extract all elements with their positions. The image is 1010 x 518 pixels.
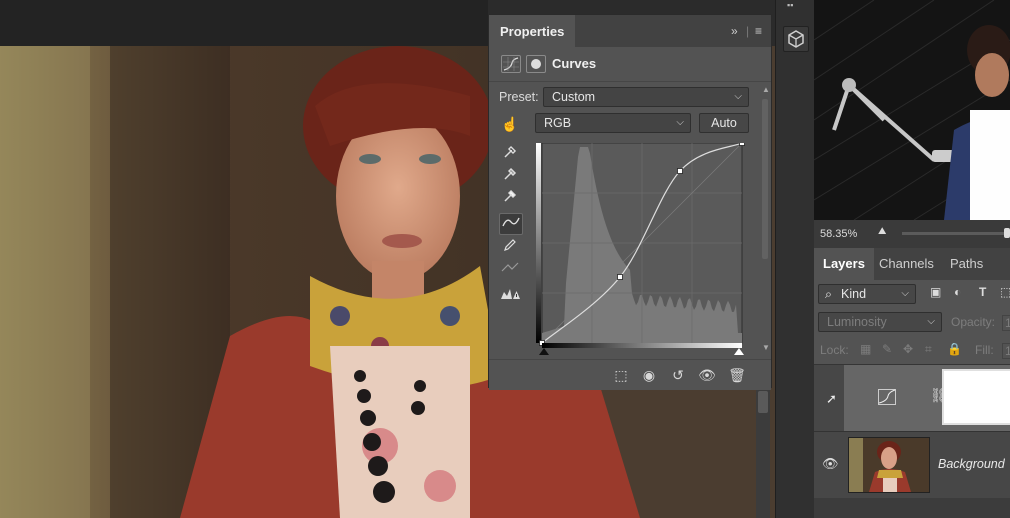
lock-transparent-icon[interactable]: ▦ [860, 342, 871, 356]
scroll-up-icon[interactable]: ▲ [762, 85, 770, 94]
search-icon: ⌕ [825, 287, 833, 301]
white-slider[interactable] [734, 348, 744, 355]
layer-row-background[interactable]: 👁 Background [814, 431, 1010, 498]
clipping-warning-icon[interactable] [499, 285, 521, 305]
visibility-cell[interactable]: ➚ [814, 365, 844, 431]
zoom-slider-track[interactable] [902, 232, 1010, 235]
visibility-eye-icon[interactable]: 👁 [697, 366, 717, 384]
lock-brush-icon[interactable]: ✎ [882, 342, 892, 356]
layer-row-curves[interactable]: ➚ ⛓ [814, 365, 1010, 431]
view-previous-state-icon[interactable]: ◉ [639, 366, 659, 384]
lock-row: Lock: ▦ ✎ ✥ ⌗ 🔒 Fill: 1 [814, 336, 1010, 365]
curves-adjustment-icon[interactable] [501, 55, 521, 73]
filter-kind-value: Kind [841, 287, 867, 301]
adjustment-title: Curves [552, 56, 597, 71]
layer-mask-thumbnail[interactable] [942, 369, 1010, 425]
collapse-icon[interactable]: » [731, 24, 738, 38]
pencil-draw-icon[interactable] [499, 237, 521, 257]
opacity-value[interactable]: 1 [1002, 315, 1010, 331]
tab-layers[interactable]: Layers [814, 248, 874, 280]
properties-footer: ⬚ ◉ ↺ 👁 🗑 [489, 359, 771, 390]
panel-dock-strip: ▪▪ [775, 0, 814, 518]
fill-label: Fill: [975, 343, 994, 357]
shape-layer-filter-icon[interactable]: ⬚ [1000, 285, 1010, 299]
navigator-preview[interactable] [814, 0, 1010, 220]
tab-paths[interactable]: Paths [941, 248, 992, 280]
output-gradient-bar [536, 143, 541, 343]
divider: | [746, 24, 750, 38]
curve-control-point[interactable] [677, 168, 683, 174]
curve-control-point[interactable] [617, 274, 623, 280]
chevron-down-icon: ⌵ [927, 316, 935, 327]
black-slider[interactable] [539, 348, 549, 355]
pixel-layer-filter-icon[interactable]: ▣ [930, 285, 941, 299]
scrollbar-thumb[interactable] [758, 391, 768, 413]
fill-value[interactable]: 1 [1002, 343, 1010, 359]
zoom-level[interactable]: 58.35% [820, 228, 857, 240]
curve-control-point[interactable] [739, 140, 745, 146]
opacity-label: Opacity: [951, 315, 996, 329]
document-top-bar [0, 0, 488, 46]
preset-value: Custom [552, 90, 596, 104]
scrollbar-thumb[interactable] [762, 99, 768, 259]
channel-value: RGB [544, 116, 572, 130]
zoom-out-mountain-icon[interactable]: ⛰ [878, 226, 886, 237]
lock-all-icon[interactable]: 🔒 [947, 342, 962, 356]
auto-button[interactable]: Auto [699, 113, 749, 133]
visibility-eye-icon[interactable]: 👁 [822, 456, 839, 472]
properties-panel: Properties » | ≡ Curves Preset: Custom ⌵… [488, 14, 772, 390]
adjustment-title-bar: Curves [489, 47, 771, 82]
blend-mode-dropdown[interactable]: Luminosity ⌵ [818, 312, 942, 332]
layers-tab-row: Layers Channels Paths [814, 248, 1010, 280]
chevron-down-icon: ⌵ [901, 288, 909, 299]
blend-mode-value: Luminosity [827, 315, 887, 329]
dock-handle-icon[interactable]: ▪▪ [787, 0, 803, 10]
delete-trash-icon[interactable]: 🗑 [727, 366, 747, 384]
smooth-curve-icon[interactable] [499, 260, 521, 280]
tab-properties[interactable]: Properties [489, 15, 576, 47]
channel-dropdown[interactable]: RGB ⌵ [535, 113, 691, 133]
layers-panel: Layers Channels Paths ⌕ Kind ⌵ ▣ ◐ T ⬚ L… [814, 248, 1010, 518]
navigator-bar: 58.35% ⛰ [814, 220, 1010, 248]
targeted-adjustment-hand-icon[interactable]: ☝ [499, 114, 521, 134]
background-thumbnail [848, 437, 930, 493]
layer-name-background[interactable]: Background [938, 457, 1005, 471]
curves-graph[interactable] [536, 140, 746, 348]
lock-position-icon[interactable]: ✥ [903, 342, 913, 356]
tab-channels[interactable]: Channels [870, 248, 943, 280]
lock-label: Lock: [820, 343, 849, 357]
properties-scrollbar[interactable]: ▲ ▼ [761, 85, 770, 353]
cursor-arrow-icon: ➚ [826, 391, 837, 406]
3d-object-icon[interactable] [783, 26, 809, 52]
gray-point-eyedropper-icon[interactable] [499, 166, 521, 186]
filter-row: ⌕ Kind ⌵ ▣ ◐ T ⬚ [814, 280, 1010, 308]
filter-kind-dropdown[interactable]: ⌕ Kind ⌵ [818, 284, 916, 304]
scroll-down-icon[interactable]: ▼ [762, 343, 770, 352]
curve-canvas[interactable] [536, 140, 746, 348]
preset-dropdown[interactable]: Custom ⌵ [543, 87, 749, 107]
white-point-eyedropper-icon[interactable] [499, 188, 521, 208]
curves-layer-icon [878, 389, 896, 408]
black-point-eyedropper-icon[interactable] [499, 144, 521, 164]
properties-tab-row: Properties » | ≡ [489, 15, 771, 47]
adjustment-layer-filter-icon[interactable]: ◐ [954, 285, 961, 299]
mask-icon[interactable] [526, 55, 546, 73]
input-gradient-bar [542, 343, 742, 348]
chevron-down-icon: ⌵ [676, 117, 684, 128]
reset-icon[interactable]: ↺ [668, 366, 688, 384]
canvas-scrollbar[interactable] [756, 389, 770, 518]
preset-label: Preset: [499, 90, 539, 104]
zoom-slider-handle[interactable] [1004, 228, 1010, 238]
lock-artboard-icon[interactable]: ⌗ [925, 342, 932, 357]
edit-points-curve-icon[interactable] [499, 213, 523, 235]
panel-menu-icon[interactable]: ≡ [755, 24, 762, 38]
type-layer-filter-icon[interactable]: T [979, 285, 986, 299]
navigator-thumbnail [814, 0, 1010, 220]
clip-to-layer-icon[interactable]: ⬚ [611, 366, 631, 384]
chevron-down-icon: ⌵ [734, 91, 742, 102]
blend-row: Luminosity ⌵ Opacity: 1 [814, 308, 1010, 336]
